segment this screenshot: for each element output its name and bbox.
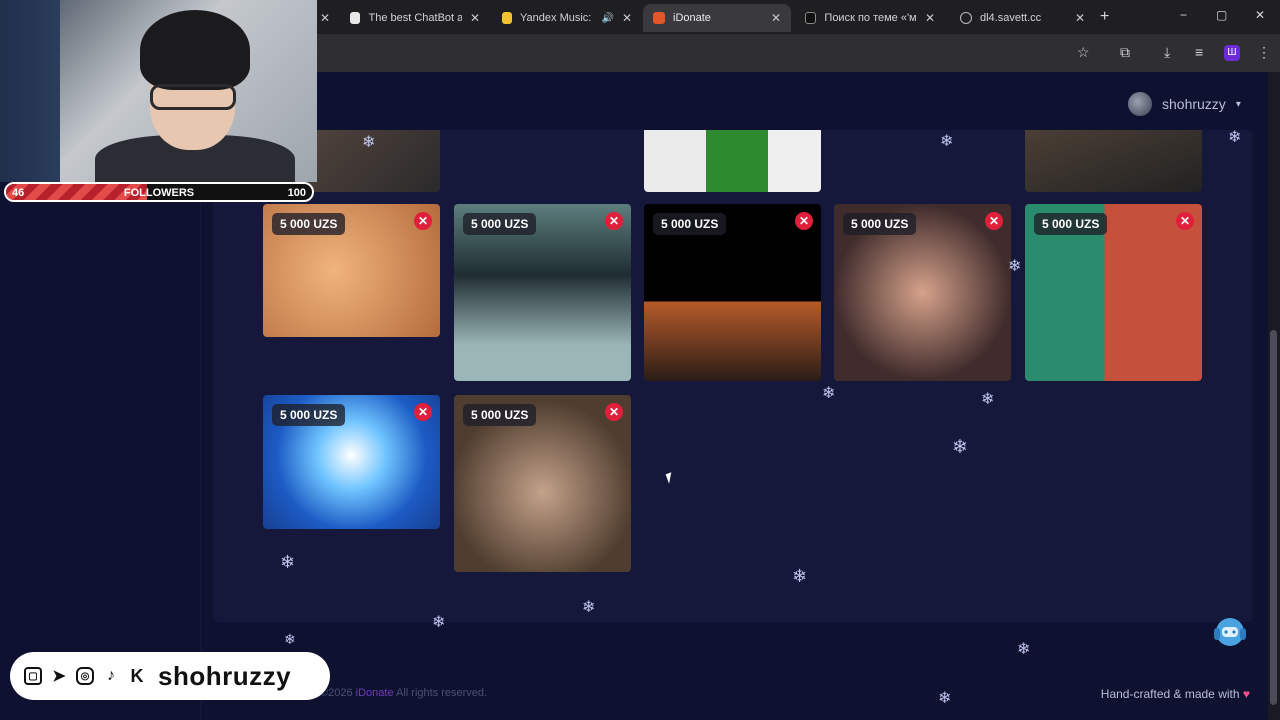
tab-title: iDonate xyxy=(673,12,711,24)
menu-kebab-icon[interactable]: ⋮ xyxy=(1257,44,1271,61)
social-handle-banner: ▢ ➤ ◎ ♪ K shohruzzy xyxy=(10,652,330,700)
webcam-glasses xyxy=(150,84,236,110)
donation-media-card[interactable] xyxy=(644,130,821,192)
close-tab-icon[interactable]: ✕ xyxy=(925,11,935,25)
remove-media-button[interactable]: ✕ xyxy=(1176,212,1194,230)
followers-label: FOLLOWERS xyxy=(123,187,195,199)
snowflake-icon: ❄ xyxy=(432,614,446,631)
donation-media-card[interactable]: 5 000 UZS ✕ xyxy=(263,395,440,529)
donation-media-card[interactable] xyxy=(1025,130,1202,192)
followers-goal: 100 xyxy=(287,187,306,199)
webcam-hair xyxy=(140,10,250,90)
close-tab-icon[interactable]: ✕ xyxy=(470,11,480,25)
avatar xyxy=(1128,92,1152,116)
remove-media-button[interactable]: ✕ xyxy=(985,212,1003,230)
maximize-button[interactable]: ▢ xyxy=(1216,8,1227,22)
snowflake-icon: ❄ xyxy=(981,391,995,408)
snowflake-icon: ❄ xyxy=(938,690,952,707)
tab-title: Поиск по теме «'ме xyxy=(824,12,917,24)
social-handle: shohruzzy xyxy=(158,660,292,691)
idonate-favicon-icon xyxy=(653,12,665,24)
media-control-icon[interactable]: ≡ xyxy=(1195,44,1203,60)
price-badge: 5 000 UZS xyxy=(653,213,727,235)
twitch-icon: ▢ xyxy=(24,667,42,685)
snowflake-icon: ❄ xyxy=(952,437,968,458)
chevron-down-icon: ▾ xyxy=(1235,98,1241,110)
browser-tab-chatbot[interactable]: The best ChatBot and ✕ xyxy=(340,4,490,32)
remove-media-button[interactable]: ✕ xyxy=(605,403,623,421)
remove-media-button[interactable]: ✕ xyxy=(414,212,432,230)
tiktok-favicon-icon xyxy=(805,12,817,24)
browser-tab-savett[interactable]: dl4.savett.cc ✕ xyxy=(950,4,1095,32)
price-badge: 5 000 UZS xyxy=(463,404,537,426)
snowflake-icon: ❄ xyxy=(940,133,954,150)
kick-icon: K xyxy=(130,665,144,686)
username: shohruzzy xyxy=(1162,96,1226,112)
credit-text: Hand-crafted & made with xyxy=(1100,687,1243,701)
donation-media-card[interactable]: 5 000 UZS ✕ xyxy=(263,204,440,337)
streamer-webcam xyxy=(0,0,317,182)
new-tab-button[interactable]: + xyxy=(1100,8,1109,26)
user-menu[interactable]: shohruzzy ▾ xyxy=(1128,92,1241,116)
browser-tab-tiktok-search[interactable]: Поиск по теме «'ме ✕ xyxy=(795,4,945,32)
snowflake-icon: ❄ xyxy=(822,385,836,402)
snowflake-icon: ❄ xyxy=(280,552,296,572)
webcam-curtain xyxy=(0,0,60,182)
chatbot-favicon-icon xyxy=(350,12,361,24)
donation-media-card[interactable]: 5 000 UZS ✕ xyxy=(644,204,821,381)
price-badge: 5 000 UZS xyxy=(272,213,346,235)
remove-media-button[interactable]: ✕ xyxy=(605,212,623,230)
close-tab-icon[interactable]: ✕ xyxy=(622,11,632,25)
instagram-icon: ◎ xyxy=(76,667,94,685)
media-grid-panel: 5 000 UZS ✕ 5 000 UZS ✕ 5 000 UZS ✕ 5 000 UZS ✕… xyxy=(213,130,1253,622)
download-icon[interactable]: ⤓ xyxy=(1164,44,1170,61)
browser-tab-idonate[interactable]: iDonate ✕ xyxy=(643,4,791,32)
telegram-icon: ➤ xyxy=(52,668,66,685)
scrollbar-thumb[interactable] xyxy=(1270,330,1277,705)
browser-tab-yandex-music[interactable]: Yandex Music: Se 🔊 ✕ xyxy=(492,4,642,32)
snowflake-icon: ❄ xyxy=(1008,258,1022,275)
tab-title: dl4.savett.cc xyxy=(980,12,1042,24)
snowflake-icon: ❄ xyxy=(284,631,296,647)
profile-icon[interactable]: Ш xyxy=(1224,45,1240,61)
price-badge: 5 000 UZS xyxy=(272,404,346,426)
bookmark-star-icon[interactable]: ☆ xyxy=(1077,44,1090,61)
speaker-icon[interactable]: 🔊 xyxy=(601,13,613,24)
snowflake-icon: ❄ xyxy=(1228,129,1242,146)
donation-media-card[interactable]: 5 000 UZS ✕ xyxy=(454,395,631,572)
copyright-text: All rights reserved. xyxy=(393,687,488,699)
tiktok-icon: ♪ xyxy=(107,667,115,684)
close-tab-icon[interactable]: ✕ xyxy=(320,11,330,25)
close-window-button[interactable]: ✕ xyxy=(1255,8,1265,22)
snowflake-icon: ❄ xyxy=(582,599,596,616)
close-tab-icon[interactable]: ✕ xyxy=(771,11,781,25)
snowflake-icon: ❄ xyxy=(792,566,808,586)
price-badge: 5 000 UZS xyxy=(1034,213,1108,235)
tab-title: The best ChatBot and xyxy=(368,12,462,24)
minimize-button[interactable]: − xyxy=(1180,8,1187,22)
extensions-icon[interactable]: ⧉ xyxy=(1120,44,1130,61)
donation-media-card[interactable]: 5 000 UZS ✕ xyxy=(834,204,1011,381)
brand-link[interactable]: iDonate xyxy=(356,687,394,699)
followers-goal-bar: 46 FOLLOWERS 100 xyxy=(4,182,314,202)
globe-icon xyxy=(960,12,972,24)
yandex-music-favicon-icon xyxy=(502,12,513,24)
snowflake-icon: ❄ xyxy=(362,134,376,151)
donation-media-card[interactable]: 5 000 UZS ✕ xyxy=(1025,204,1202,381)
price-badge: 5 000 UZS xyxy=(843,213,917,235)
close-tab-icon[interactable]: ✕ xyxy=(1075,11,1085,25)
support-chat-icon[interactable] xyxy=(1210,612,1250,652)
donation-media-card[interactable]: 5 000 UZS ✕ xyxy=(454,204,631,381)
remove-media-button[interactable]: ✕ xyxy=(414,403,432,421)
footer-credit: Hand-crafted & made with ♥ xyxy=(1101,687,1250,701)
snowflake-icon: ❄ xyxy=(1017,641,1031,658)
price-badge: 5 000 UZS xyxy=(463,213,537,235)
tab-title: Yandex Music: Se xyxy=(520,12,593,24)
heart-icon: ♥ xyxy=(1242,687,1250,701)
copyright: ©2026 iDonate All rights reserved. xyxy=(320,687,487,699)
remove-media-button[interactable]: ✕ xyxy=(795,212,813,230)
